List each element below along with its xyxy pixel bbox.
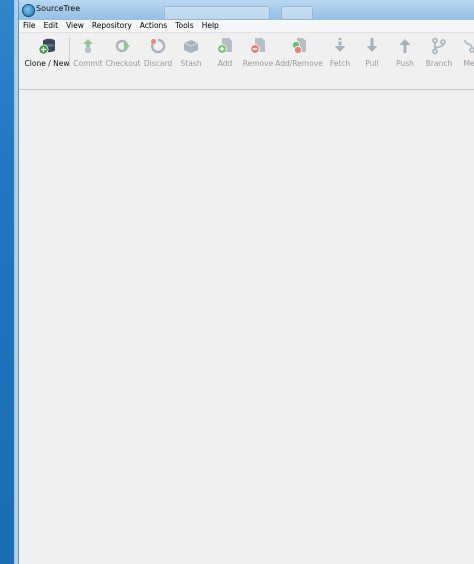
menu-actions[interactable]: Actions (136, 20, 171, 32)
commit-label: Commit (73, 59, 103, 68)
database-add-icon (38, 38, 55, 55)
branch-button[interactable]: Branch (422, 35, 456, 69)
pull-button[interactable]: Pull (355, 35, 389, 69)
fetch-label: Fetch (329, 59, 351, 68)
menu-tools[interactable]: Tools (171, 20, 197, 32)
menu-bar: File Edit View Repository Actions Tools … (19, 20, 474, 33)
toolbar-separator (69, 37, 70, 67)
stash-label: Stash (180, 59, 202, 68)
background-window-tab (164, 6, 270, 20)
branch-label: Branch (425, 59, 453, 68)
pull-arrow-icon (366, 38, 378, 52)
repository-content-area (19, 90, 474, 564)
commit-button[interactable]: Commit (71, 35, 105, 69)
menu-view[interactable]: View (62, 20, 88, 32)
checkout-icon (115, 39, 130, 53)
sourcetree-window: SourceTree File Edit View Repository Act… (18, 0, 474, 564)
title-bar[interactable]: SourceTree (19, 0, 474, 20)
commit-icon (83, 39, 93, 54)
stash-box-icon (183, 40, 199, 53)
clone-new-button[interactable]: Clone / New (24, 35, 70, 69)
add-button[interactable]: Add (208, 35, 242, 69)
stash-button[interactable]: Stash (174, 35, 208, 69)
branch-icon (432, 37, 446, 55)
checkout-button[interactable]: Checkout (105, 35, 141, 69)
discard-button[interactable]: Discard (141, 35, 175, 69)
clone-new-label: Clone / New (24, 59, 70, 68)
sourcetree-app-icon (22, 4, 35, 17)
menu-repository[interactable]: Repository (88, 20, 136, 32)
push-arrow-icon (399, 39, 411, 53)
add-remove-file-icon (292, 38, 306, 54)
merge-label: Me (463, 59, 474, 68)
window-title: SourceTree (36, 4, 81, 13)
menu-edit[interactable]: Edit (40, 20, 63, 32)
merge-button[interactable]: Me (459, 35, 474, 69)
menu-file[interactable]: File (19, 20, 40, 32)
remove-button[interactable]: Remove (241, 35, 275, 69)
add-file-icon (217, 38, 232, 54)
merge-icon (464, 39, 474, 53)
pull-label: Pull (365, 59, 379, 68)
background-window-tab-2 (281, 6, 313, 20)
discard-icon (150, 38, 166, 54)
fetch-arrow-icon (334, 38, 346, 52)
discard-label: Discard (143, 59, 173, 68)
remove-file-icon (250, 38, 265, 54)
add-remove-button[interactable]: Add/Remove (275, 35, 323, 69)
checkout-label: Checkout (105, 59, 141, 68)
fetch-button[interactable]: Fetch (323, 35, 357, 69)
add-remove-label: Add/Remove (275, 59, 323, 68)
push-button[interactable]: Push (388, 35, 422, 69)
menu-help[interactable]: Help (198, 20, 223, 32)
remove-label: Remove (242, 59, 274, 68)
main-toolbar: Clone / New Commit Checkout Discard Stas… (19, 33, 474, 90)
push-label: Push (396, 59, 414, 68)
add-label: Add (217, 59, 233, 68)
